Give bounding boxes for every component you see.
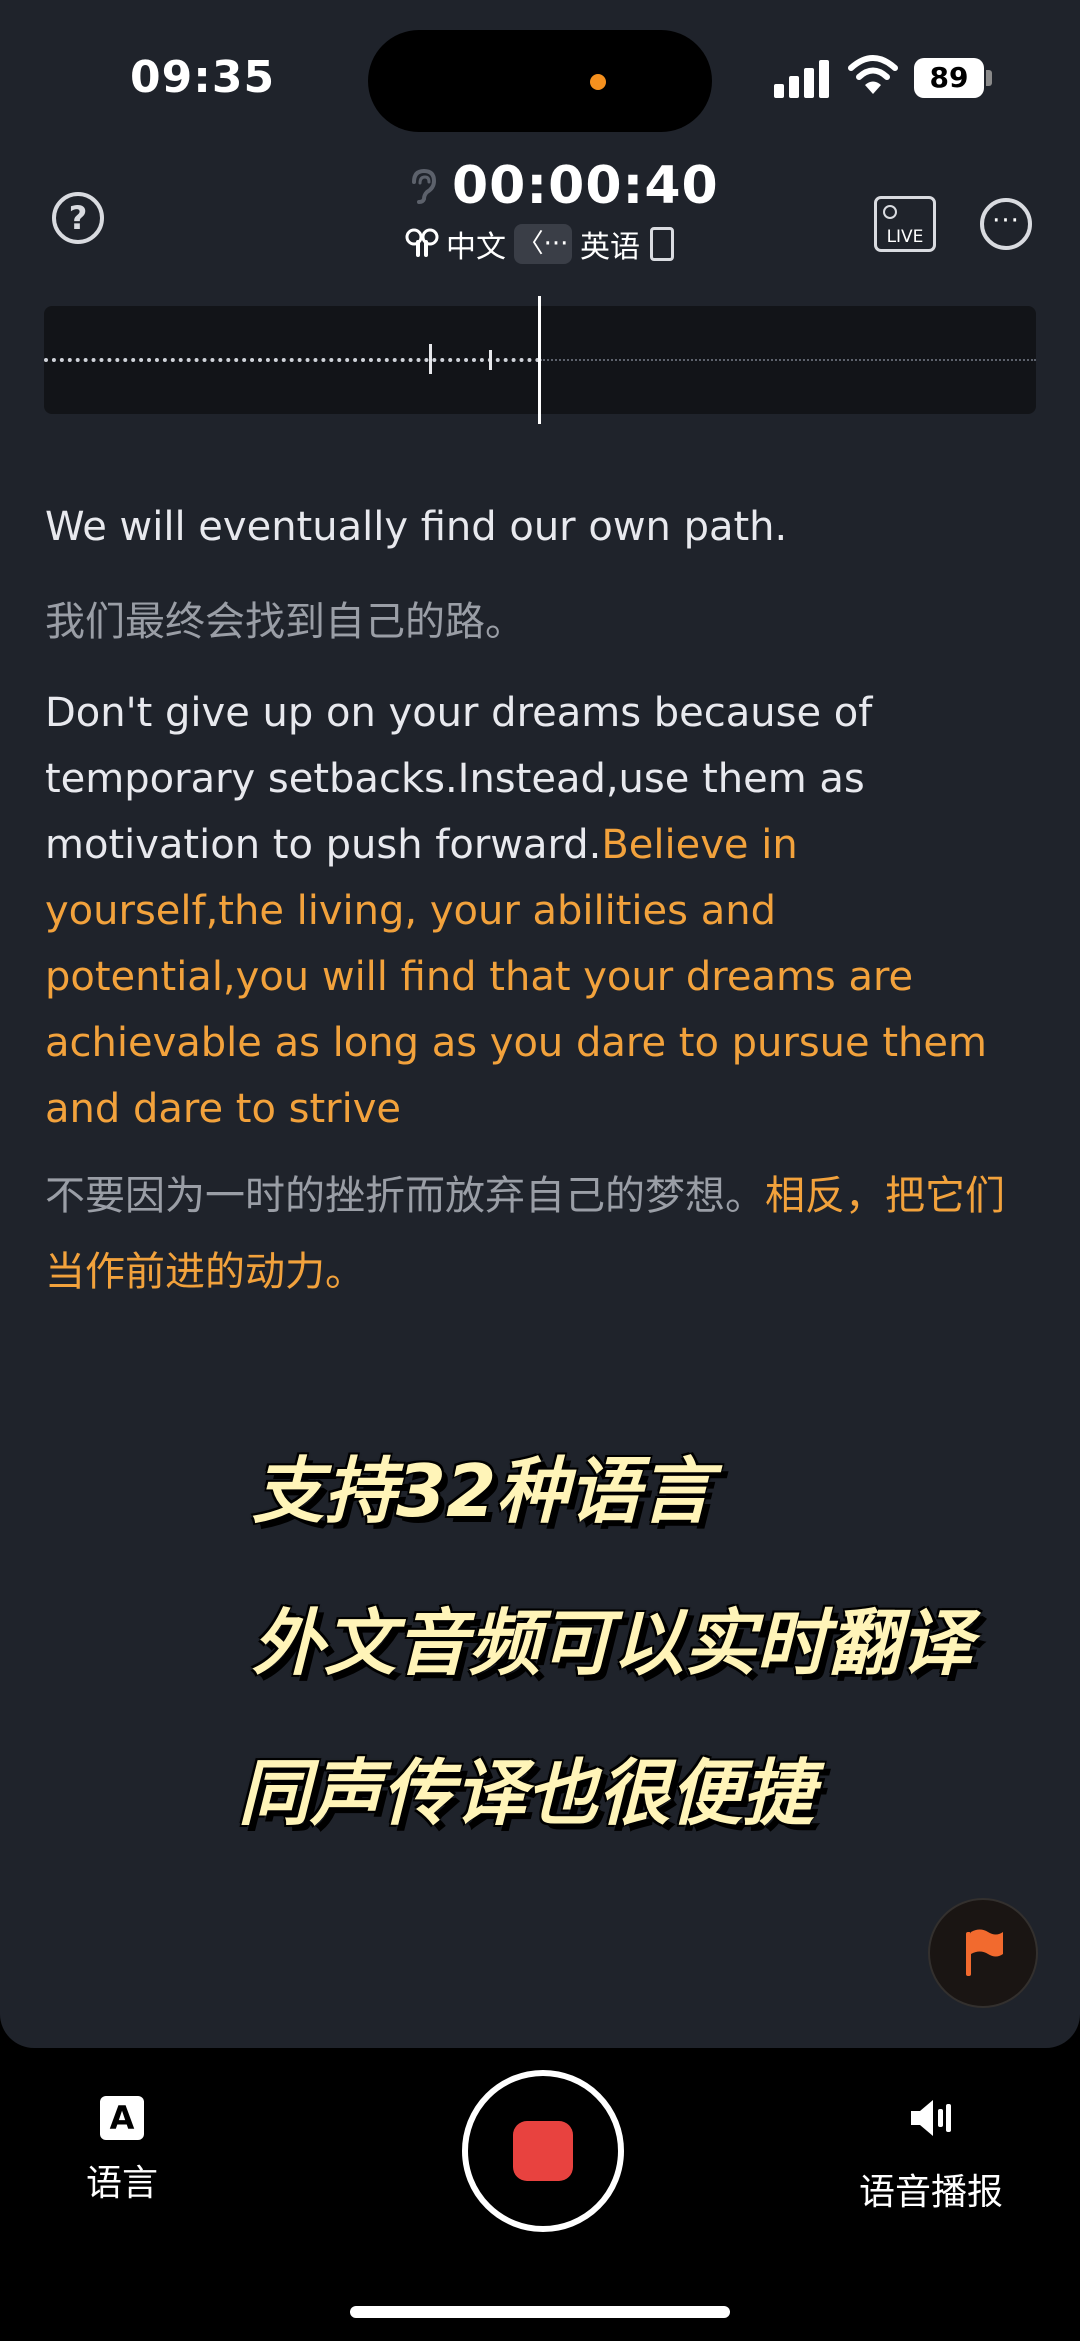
transcript: We will eventually find our own path. 我们… [45,494,1040,1310]
transcript-chinese: 不要因为一时的挫折而放弃自己的梦想。相反，把它们当作前进的动力。 [45,1158,1040,1310]
waveform-played [44,358,540,362]
transcript-live-text: Believe in yourself,the living, your abi… [45,822,987,1132]
home-indicator[interactable] [350,2306,730,2318]
earbuds-icon [405,228,439,257]
waveform-upcoming [540,359,1036,361]
phone-icon [650,227,674,261]
overlay-caption: 支持32种语言 [252,1449,713,1533]
battery-tip [986,70,992,86]
more-options-button[interactable]: ··· [980,198,1032,250]
transcript-english: Don't give up on your dreams because of … [45,680,1040,1142]
stop-recording-button[interactable] [462,2070,624,2232]
flag-button[interactable] [928,1898,1038,2008]
language-tab[interactable]: A 语言 [72,2096,172,2206]
stop-icon [513,2121,573,2181]
target-language[interactable]: 英语 [580,222,640,266]
transcript-chinese: 我们最终会找到自己的路。 [45,599,525,645]
speaker-icon [911,2100,951,2136]
translator-screen: 09:35 89 ? 00:00:40 中文 〈··· 英语 LIVE ··· … [0,0,1080,2048]
recording-indicator-dot [590,74,606,90]
language-tab-label: 语言 [85,2163,158,2204]
translation-final-text: 不要因为一时的挫折而放弃自己的梦想。 [45,1173,765,1219]
playhead[interactable] [538,296,541,424]
ear-icon [412,168,437,204]
live-label: LIVE [886,227,924,247]
flag-icon [966,1929,1003,1976]
battery-icon: 89 [914,58,984,98]
voice-broadcast-tab[interactable]: 语音播报 [846,2096,1016,2215]
status-bar: 09:35 89 [0,0,1080,160]
language-pair: 中文 〈··· 英语 [404,222,674,266]
wifi-icon [848,55,898,94]
clock: 09:35 [130,52,276,103]
overlay-caption: 外文音频可以实时翻译 [252,1601,973,1685]
waveform-peak [429,344,432,374]
waveform-peak [489,350,492,370]
dynamic-island [368,30,712,132]
help-button[interactable]: ? [52,192,104,244]
source-language[interactable]: 中文 [446,222,506,266]
recording-timer: 00:00:40 [452,156,719,216]
voice-broadcast-label: 语音播报 [858,2172,1003,2213]
language-icon: A [100,2096,144,2140]
live-dot-icon [883,205,897,219]
swap-direction-button[interactable]: 〈··· [514,224,572,264]
live-button[interactable]: LIVE [874,196,936,252]
overlay-caption: 同声传译也很便捷 [238,1751,815,1835]
cellular-signal-icon [774,58,834,98]
transcript-english: We will eventually find our own path. [45,504,788,550]
